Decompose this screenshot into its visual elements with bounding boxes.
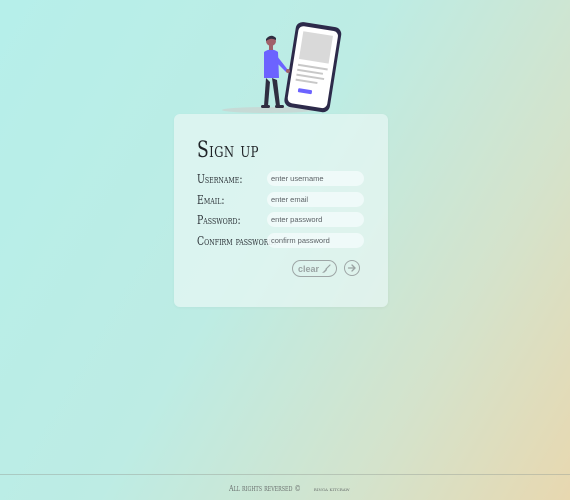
confirm-password-label: Confirm password:: [197, 234, 277, 248]
footer: All rights reversed © ringa kitcraw: [0, 474, 570, 500]
username-row: Username:: [197, 171, 367, 187]
confirm-password-input[interactable]: [267, 233, 364, 248]
form-actions: clear: [292, 260, 372, 278]
signup-card: Sign up Username: Email: Password: Confi…: [174, 114, 388, 307]
username-input[interactable]: [267, 171, 364, 186]
username-label: Username:: [197, 172, 243, 186]
footer-author: ringa kitcraw: [313, 487, 350, 493]
password-row: Password:: [197, 212, 367, 228]
clear-button[interactable]: clear: [292, 260, 337, 277]
form-title: Sign up: [197, 138, 259, 163]
clear-button-label: clear: [297, 263, 320, 274]
footer-text: All rights reversed © ringa kitcraw: [0, 484, 570, 493]
confirm-password-row: Confirm password:: [197, 233, 367, 249]
footer-rights: All rights reversed ©: [229, 484, 302, 493]
broom-icon: [321, 263, 331, 274]
password-input[interactable]: [267, 212, 364, 227]
submit-button[interactable]: [344, 260, 360, 276]
arrow-right-circle-icon: [347, 263, 357, 273]
email-input[interactable]: [267, 192, 364, 207]
email-label: Email:: [197, 193, 225, 207]
password-label: Password:: [197, 213, 241, 227]
email-row: Email:: [197, 192, 367, 208]
person-with-phone-illustration: [222, 20, 352, 116]
